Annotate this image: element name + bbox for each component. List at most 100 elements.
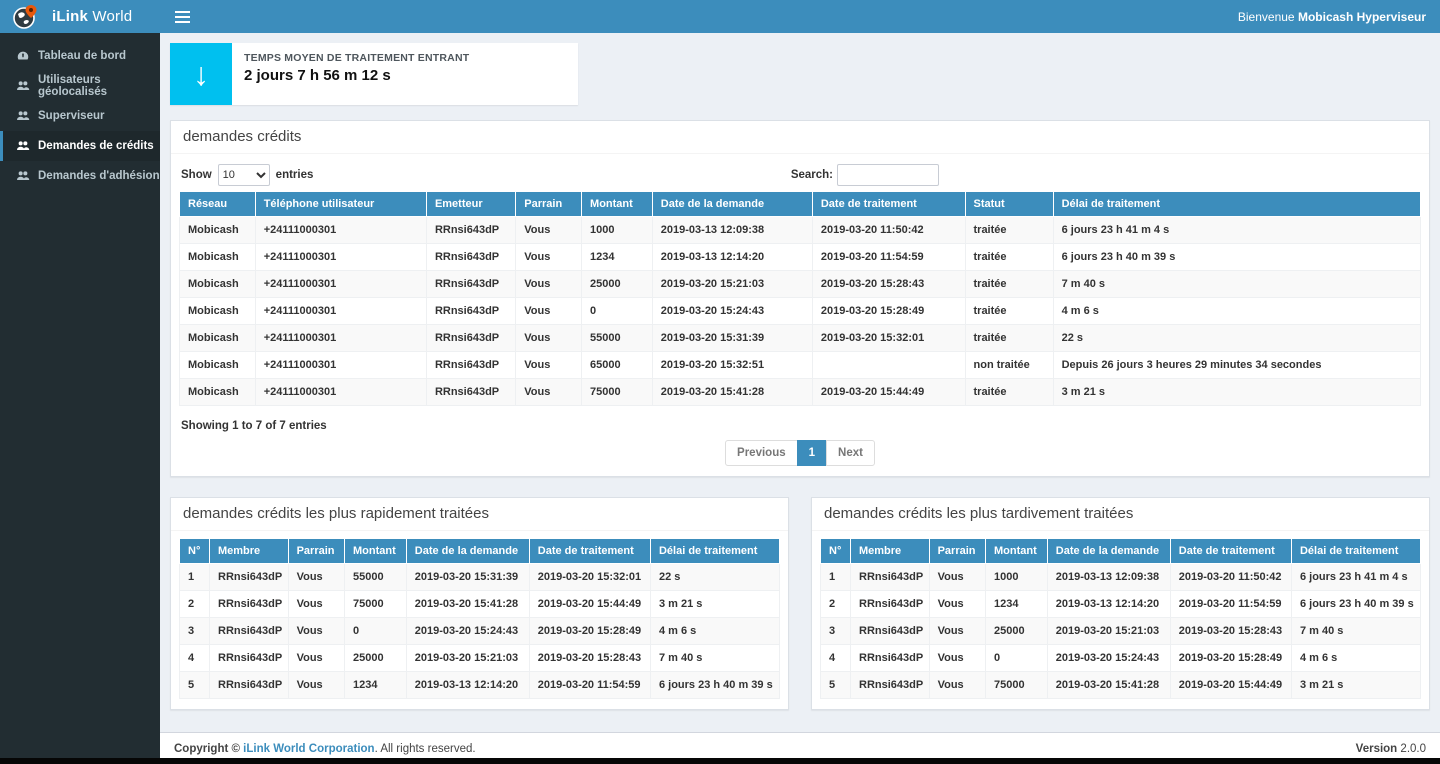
table-cell: RRnsi643dP — [210, 591, 289, 618]
table-cell — [812, 352, 965, 379]
pagination: Previous 1 Next — [725, 440, 875, 466]
sidebar-item-demandes-adhesion[interactable]: Demandes d'adhésion — [0, 161, 160, 191]
table-cell: RRnsi643dP — [851, 672, 930, 699]
table-cell: 6 jours 23 h 40 m 39 s — [1053, 244, 1420, 271]
table-cell: RRnsi643dP — [851, 591, 930, 618]
table-cell: Vous — [929, 672, 985, 699]
table-cell: RRnsi643dP — [426, 271, 515, 298]
table-cell: Vous — [288, 564, 344, 591]
table-cell: RRnsi643dP — [851, 645, 930, 672]
table-cell: 2019-03-20 15:28:49 — [812, 298, 965, 325]
demandes-credits-table: RéseauTéléphone utilisateurEmetteurParra… — [179, 192, 1421, 406]
table-cell: traitée — [965, 244, 1053, 271]
table-cell: Vous — [929, 564, 985, 591]
sidebar-item-tableau-de-bord[interactable]: Tableau de bord — [0, 41, 160, 71]
table-row: Mobicash+24111000301RRnsi643dPVous750002… — [180, 379, 1421, 406]
column-header[interactable]: Date de traitement — [812, 192, 965, 217]
search-label: Search: — [791, 169, 833, 181]
search-input[interactable] — [837, 164, 939, 186]
table-cell: 55000 — [344, 564, 406, 591]
table-cell: 2019-03-20 15:41:28 — [406, 591, 529, 618]
box-rapidement-traitees: demandes crédits les plus rapidement tra… — [170, 497, 789, 710]
sidebar-toggle-button[interactable] — [160, 0, 204, 33]
sidebar-item-superviseur[interactable]: Superviseur — [0, 101, 160, 131]
table-cell: Mobicash — [180, 298, 256, 325]
table-cell: 4 m 6 s — [1053, 298, 1420, 325]
brand-logo[interactable]: iLink World — [0, 0, 160, 33]
table-row: 5RRnsi643dPVous12342019-03-13 12:14:2020… — [180, 672, 780, 699]
sidebar-item-demandes-de-credits[interactable]: Demandes de crédits — [0, 131, 160, 161]
show-label: Show — [181, 169, 212, 181]
ilink-world-corporation-link[interactable]: iLink World Corporation — [243, 743, 374, 755]
sidebar-item-utilisateurs-geolocalises[interactable]: Utilisateurs géolocalisés — [0, 71, 160, 101]
sidebar-item-label: Demandes d'adhésion — [38, 170, 160, 182]
table-cell: +24111000301 — [255, 298, 426, 325]
table-cell: Vous — [516, 217, 582, 244]
table-cell: 2019-03-20 15:32:51 — [652, 352, 812, 379]
column-header[interactable]: Statut — [965, 192, 1053, 217]
page-length-select[interactable]: 10 — [218, 164, 270, 186]
table-cell: 1234 — [344, 672, 406, 699]
table-header-row: N°MembreParrainMontantDate de la demande… — [821, 539, 1421, 564]
column-header[interactable]: Téléphone utilisateur — [255, 192, 426, 217]
table-cell: 7 m 40 s — [650, 645, 779, 672]
column-header: N° — [821, 539, 851, 564]
table-cell: traitée — [965, 298, 1053, 325]
table-row: Mobicash+24111000301RRnsi643dPVous550002… — [180, 325, 1421, 352]
arrow-down-icon: ↓ — [170, 43, 232, 105]
table-cell: 3 — [180, 618, 210, 645]
next-page-button[interactable]: Next — [826, 440, 875, 466]
column-header[interactable]: Date de la demande — [652, 192, 812, 217]
table-cell: +24111000301 — [255, 271, 426, 298]
table-cell: RRnsi643dP — [426, 298, 515, 325]
table-cell: 6 jours 23 h 41 m 4 s — [1053, 217, 1420, 244]
column-header[interactable]: Parrain — [516, 192, 582, 217]
table-cell: RRnsi643dP — [426, 217, 515, 244]
table-cell: 2019-03-20 15:28:43 — [812, 271, 965, 298]
column-header[interactable]: Réseau — [180, 192, 256, 217]
bottom-strip — [0, 758, 1440, 764]
page-1-button[interactable]: 1 — [797, 440, 827, 466]
table-cell: 1234 — [985, 591, 1047, 618]
table-cell: RRnsi643dP — [426, 325, 515, 352]
users-icon — [15, 79, 30, 94]
table-cell: RRnsi643dP — [426, 352, 515, 379]
table-cell: 2019-03-20 15:32:01 — [812, 325, 965, 352]
column-header[interactable]: Montant — [582, 192, 653, 217]
users-icon — [15, 139, 30, 154]
table-cell: 6 jours 23 h 40 m 39 s — [1291, 591, 1420, 618]
table-cell: 1000 — [582, 217, 653, 244]
table-cell: 2019-03-20 15:41:28 — [652, 379, 812, 406]
column-header[interactable]: Délai de traitement — [1053, 192, 1420, 217]
column-header[interactable]: Emetteur — [426, 192, 515, 217]
table-cell: RRnsi643dP — [851, 564, 930, 591]
table-row: 3RRnsi643dPVous02019-03-20 15:24:432019-… — [180, 618, 780, 645]
table-cell: 2019-03-20 15:24:43 — [1047, 645, 1170, 672]
globe-pin-logo-icon — [12, 4, 38, 30]
column-header: Montant — [344, 539, 406, 564]
table-cell: Mobicash — [180, 271, 256, 298]
tardivement-traitees-table: N°MembreParrainMontantDate de la demande… — [820, 539, 1421, 699]
column-header: Date de la demande — [1047, 539, 1170, 564]
stat-value: 2 jours 7 h 56 m 12 s — [244, 67, 469, 84]
table-cell: 2019-03-20 11:50:42 — [1170, 564, 1291, 591]
table-cell: Mobicash — [180, 244, 256, 271]
column-header: Date de la demande — [406, 539, 529, 564]
table-row: 1RRnsi643dPVous10002019-03-13 12:09:3820… — [821, 564, 1421, 591]
table-cell: RRnsi643dP — [210, 564, 289, 591]
table-cell: 2019-03-20 15:31:39 — [652, 325, 812, 352]
previous-page-button[interactable]: Previous — [725, 440, 798, 466]
table-cell: 4 m 6 s — [650, 618, 779, 645]
table-cell: 5 — [821, 672, 851, 699]
column-header: Délai de traitement — [650, 539, 779, 564]
table-cell: traitée — [965, 271, 1053, 298]
table-cell: 2019-03-20 11:54:59 — [529, 672, 650, 699]
column-header: Parrain — [929, 539, 985, 564]
table-cell: 55000 — [582, 325, 653, 352]
box-demandes-credits: demandes crédits Show 10 entries Search: — [170, 120, 1430, 477]
table-body: Mobicash+24111000301RRnsi643dPVous100020… — [180, 217, 1421, 406]
table-cell: Vous — [929, 618, 985, 645]
table-row: Mobicash+24111000301RRnsi643dPVous250002… — [180, 271, 1421, 298]
table-cell: +24111000301 — [255, 352, 426, 379]
table-cell: 4 — [821, 645, 851, 672]
